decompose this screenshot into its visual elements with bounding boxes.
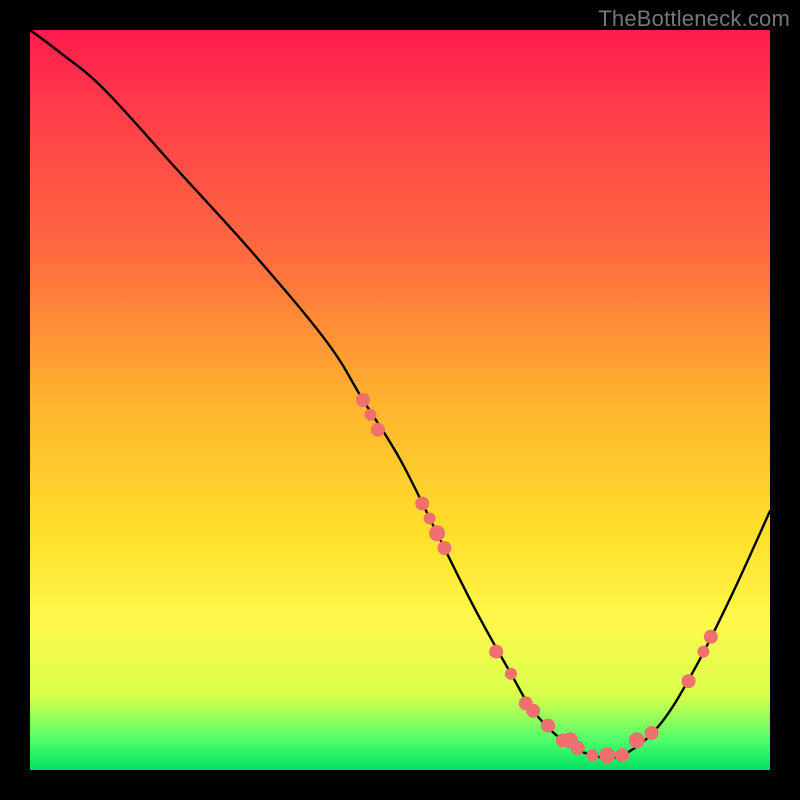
marker-dot (586, 749, 598, 761)
marker-dot (429, 525, 445, 541)
marker-dot (364, 409, 376, 421)
bottleneck-curve (30, 30, 770, 758)
marker-dot (356, 393, 370, 407)
marker-dot (645, 726, 659, 740)
marker-dot (415, 497, 429, 511)
marker-dot (489, 645, 503, 659)
marker-dot (526, 704, 540, 718)
marker-dot (437, 541, 451, 555)
chart-frame: TheBottleneck.com (0, 0, 800, 800)
marker-dot (541, 719, 555, 733)
highlighted-points (356, 393, 718, 763)
marker-dot (371, 423, 385, 437)
marker-dot (599, 747, 615, 763)
chart-svg (30, 30, 770, 770)
plot-area (30, 30, 770, 770)
marker-dot (704, 630, 718, 644)
marker-dot (424, 512, 436, 524)
marker-dot (629, 732, 645, 748)
marker-dot (682, 674, 696, 688)
marker-dot (615, 748, 629, 762)
marker-dot (505, 668, 517, 680)
watermark-text: TheBottleneck.com (598, 6, 790, 32)
marker-dot (571, 741, 585, 755)
marker-dot (697, 646, 709, 658)
